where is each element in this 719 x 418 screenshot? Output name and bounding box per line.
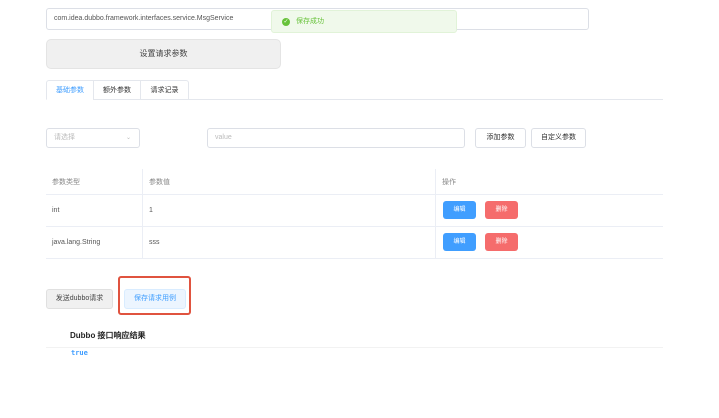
chevron-down-icon: ⌄ [125,135,131,141]
add-param-button[interactable]: 添加参数 [475,128,526,148]
result-value: true [71,349,88,357]
header-param-type: 参数类型 [46,169,143,194]
toast-message: 保存成功 [296,18,324,25]
custom-param-button[interactable]: 自定义参数 [531,128,586,148]
row-param-value: 1 [143,194,436,226]
row-actions: 编辑 删除 [436,194,663,226]
tab-request-records[interactable]: 请求记录 [140,80,189,100]
result-divider [46,347,663,348]
edit-button[interactable]: 编辑 [443,233,476,251]
delete-button[interactable]: 删除 [485,201,518,219]
edit-button[interactable]: 编辑 [443,201,476,219]
table-row: int 1 编辑 删除 [46,194,663,227]
result-title: Dubbo 接口响应结果 [70,331,146,340]
row-param-type: java.lang.String [46,226,143,258]
tab-basic-params[interactable]: 基础参数 [46,80,94,100]
table-row: java.lang.String sss 编辑 删除 [46,226,663,259]
header-actions: 操作 [442,178,456,186]
send-dubbo-request-button[interactable]: 发送dubbo请求 [46,289,113,309]
row-param-type: int [46,194,143,226]
set-request-params-button[interactable]: 设置请求参数 [46,39,281,69]
success-toast: ✓ 保存成功 [271,10,457,33]
param-type-placeholder: 请选择 [54,134,75,141]
save-request-case-button[interactable]: 保存请求用例 [124,289,186,309]
delete-button[interactable]: 删除 [485,233,518,251]
param-value-input[interactable]: value [207,128,465,148]
row-actions: 编辑 删除 [436,226,663,258]
table-header: 参数类型 参数值 操作 [46,169,663,195]
params-table: 参数类型 参数值 操作 int 1 编辑 删除 java.lang.String… [46,169,663,259]
tab-extra-params[interactable]: 额外参数 [93,80,141,100]
row-param-value: sss [143,226,436,258]
check-circle-icon: ✓ [282,17,290,26]
header-param-value: 参数值 [143,169,436,194]
param-type-select[interactable]: 请选择 ⌄ [46,128,140,148]
